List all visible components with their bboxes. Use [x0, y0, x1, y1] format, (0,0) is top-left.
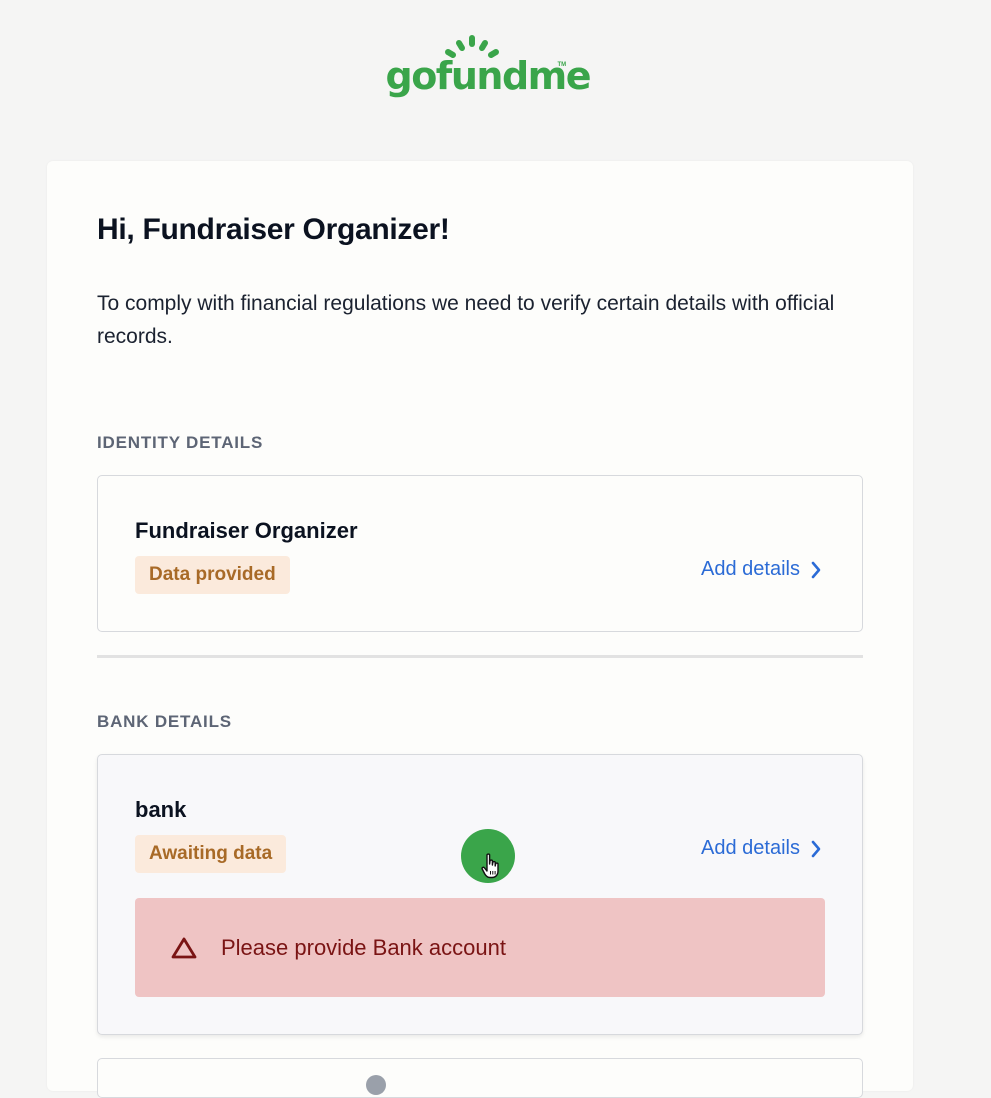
section-divider — [97, 655, 863, 658]
alert-message: Please provide Bank account — [221, 934, 506, 960]
identity-section-title: IDENTITY DETAILS — [97, 433, 264, 452]
identity-add-details-link[interactable]: Add details — [701, 558, 822, 581]
add-details-label: Add details — [701, 558, 800, 580]
identity-name: Fundraiser Organizer — [135, 518, 358, 543]
bank-section-title: BANK DETAILS — [97, 712, 232, 731]
hand-cursor-icon — [481, 853, 499, 879]
verification-card: Hi, Fundraiser Organizer! To comply with… — [47, 161, 913, 1091]
status-badge: Awaiting data — [135, 835, 287, 873]
bank-alert: Please provide Bank account — [135, 898, 825, 997]
next-panel — [97, 1058, 863, 1098]
intro-text: To comply with financial regulations we … — [97, 292, 835, 348]
status-badge: Data provided — [135, 556, 290, 594]
bank-panel: bank Awaiting data Add details Please pr… — [97, 754, 863, 1035]
gofundme-logo[interactable]: gofundme TM — [386, 32, 592, 102]
loading-indicator — [366, 1075, 386, 1095]
trademark: TM — [557, 62, 567, 68]
chevron-right-icon — [811, 840, 821, 857]
page-title: Hi, Fundraiser Organizer! — [97, 213, 450, 246]
bank-name: bank — [135, 797, 187, 822]
header-logo: gofundme TM — [0, 32, 991, 102]
add-details-label: Add details — [701, 837, 800, 859]
warning-triangle-icon — [171, 937, 197, 958]
logo-text: gofundme — [385, 54, 592, 98]
click-indicator — [461, 829, 515, 883]
bank-add-details-link[interactable]: Add details — [701, 837, 822, 860]
identity-panel: Fundraiser Organizer Data provided Add d… — [97, 475, 863, 632]
chevron-right-icon — [811, 561, 821, 578]
